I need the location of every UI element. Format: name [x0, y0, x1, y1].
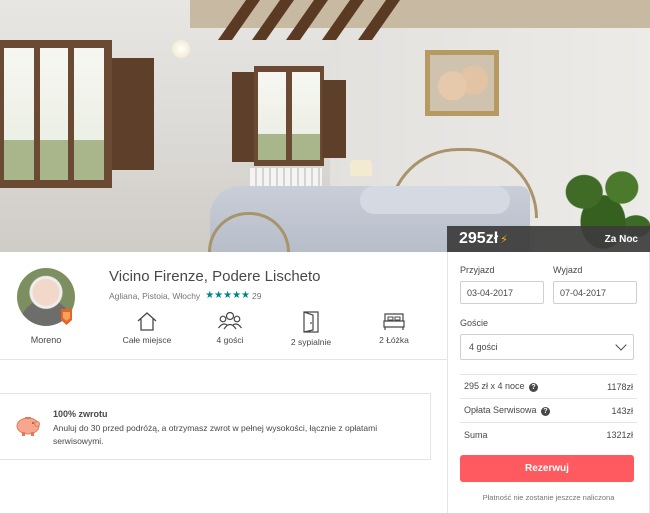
guests-label: Goście — [460, 318, 489, 328]
photo-window-left — [0, 40, 112, 188]
reserve-button[interactable]: Rezerwuj — [460, 455, 634, 482]
breakdown-row-total: Suma 1321zł — [460, 423, 637, 447]
photo-pillow — [360, 186, 510, 214]
house-icon — [137, 312, 157, 331]
booking-panel: Przyjazd 03-04-2017 Wyjazd 07-04-2017 Go… — [447, 252, 650, 513]
amenity-entire-place: Całe miejsce — [107, 311, 187, 345]
lightning-bolt-icon: ⚡ — [500, 234, 508, 246]
checkin-group: Przyjazd 03-04-2017 — [460, 265, 544, 304]
superhost-badge-icon — [61, 309, 72, 325]
location[interactable]: Agliana, Pistoia, Włochy — [109, 291, 200, 301]
review-count[interactable]: 29 — [252, 291, 261, 301]
price-per-night: Za Noc — [604, 233, 638, 245]
payment-note: Płatność nie zostanie jeszcze naliczona — [482, 493, 615, 502]
breakdown-label: Opłata Serwisowa ? — [464, 405, 551, 416]
photo-shutter — [112, 58, 154, 170]
nights-calc-label: 295 zł x 4 noce — [464, 381, 525, 391]
host-name[interactable]: Moreno — [17, 335, 75, 345]
photo-shutter — [322, 80, 346, 158]
breakdown-row-service-fee: Opłata Serwisowa ? 143zł — [460, 399, 637, 423]
amenity-label: 4 gości — [216, 335, 244, 345]
photo-window-center — [254, 66, 324, 166]
refund-text: Anuluj do 30 przed podróżą, a otrzymasz … — [53, 423, 378, 446]
total-label: Suma — [464, 430, 488, 440]
guests-icon — [218, 311, 242, 330]
guests-value: 4 gości — [469, 342, 498, 352]
listing-photo[interactable] — [0, 0, 650, 252]
section-divider — [0, 359, 447, 360]
door-icon — [303, 311, 319, 333]
photo-table-lamp — [350, 160, 372, 176]
photo-wall-lamp — [172, 40, 190, 58]
refund-title: 100% zwrotu — [53, 409, 108, 419]
price-wrap: 295zł ⚡ — [459, 230, 508, 248]
checkout-input[interactable]: 07-04-2017 — [553, 281, 637, 304]
listing-title: Vicino Firenze, Podere Lischeto — [109, 268, 321, 285]
amenity-beds: 2 Łóżka — [354, 311, 434, 345]
photo-painting — [425, 50, 499, 116]
refund-box: 100% zwrotu Anuluj do 30 przed podróżą, … — [0, 393, 431, 460]
photo-ceiling — [190, 0, 650, 28]
nightly-price: 295zł — [459, 230, 499, 247]
amenity-label: 2 sypialnie — [290, 337, 332, 347]
breakdown-label: 295 zł x 4 noce ? — [464, 381, 539, 392]
rating-stars[interactable]: ★★★★★ — [205, 290, 250, 301]
checkout-label: Wyjazd — [553, 265, 583, 275]
guests-select[interactable]: 4 gości — [460, 334, 634, 360]
amenity-guests: 4 gości — [190, 311, 270, 345]
dates-row: Przyjazd 03-04-2017 Wyjazd 07-04-2017 — [460, 265, 637, 304]
photo-shutter — [232, 72, 256, 162]
chevron-down-icon — [615, 339, 627, 351]
price-bar: 295zł ⚡ Za Noc — [447, 226, 650, 252]
bed-icon — [383, 313, 405, 330]
amenity-bedrooms: 2 sypialnie — [271, 311, 351, 347]
price-breakdown: 295 zł x 4 noce ? 1178zł Opłata Serwisow… — [460, 374, 637, 447]
piggy-bank-icon — [16, 417, 40, 436]
question-icon[interactable]: ? — [529, 383, 539, 392]
breakdown-row-nights: 295 zł x 4 noce ? 1178zł — [460, 375, 637, 399]
service-fee-value: 143zł — [611, 405, 633, 416]
amenity-label: 2 Łóżka — [379, 335, 409, 345]
checkin-input[interactable]: 03-04-2017 — [460, 281, 544, 304]
checkin-label: Przyjazd — [460, 265, 495, 275]
amenity-label: Całe miejsce — [122, 335, 172, 345]
checkout-group: Wyjazd 07-04-2017 — [553, 265, 637, 304]
total-value: 1321zł — [606, 430, 633, 440]
question-icon[interactable]: ? — [541, 407, 551, 416]
service-fee-label: Opłata Serwisowa — [464, 405, 537, 415]
nights-calc-value: 1178zł — [607, 381, 633, 392]
location-line: Agliana, Pistoia, Włochy ★★★★★ 29 — [109, 290, 261, 301]
